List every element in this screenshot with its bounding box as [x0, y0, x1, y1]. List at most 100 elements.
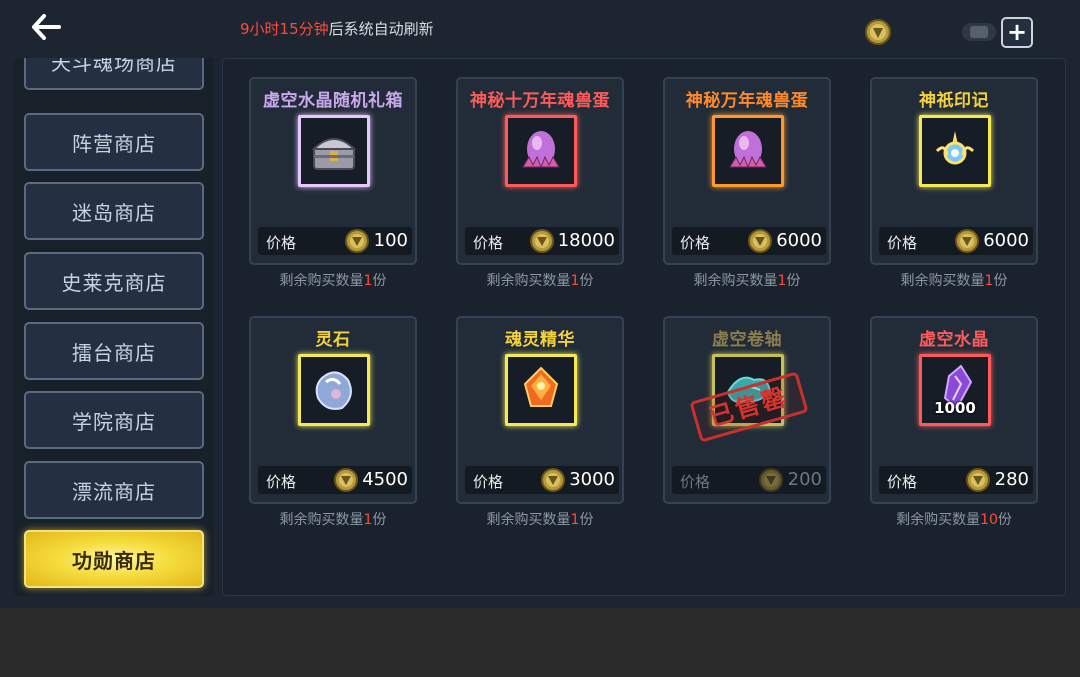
- item-name: 魂灵精华: [505, 330, 575, 350]
- medal-coin-icon: [541, 468, 566, 492]
- price-label: 价格: [887, 473, 918, 491]
- remaining-quantity: 剩余购买数量1份: [870, 270, 1038, 290]
- price-row: 价格 4500: [258, 466, 412, 494]
- shop-item-card[interactable]: 灵石价格 4500: [249, 316, 417, 504]
- sidebar-item-drift-shop[interactable]: 漂流商店: [24, 461, 204, 519]
- remaining-prefix: 剩余购买数量: [486, 273, 571, 289]
- price-value: 6000: [983, 230, 1029, 251]
- item-icon-frame: [298, 354, 370, 426]
- soul-essence-icon: [513, 362, 569, 418]
- divine-mark-icon: [927, 123, 983, 179]
- shop-item-card[interactable]: 神秘万年魂兽蛋价格 6000: [663, 77, 831, 265]
- remaining-suffix: 份: [579, 512, 594, 528]
- remaining-suffix: 份: [997, 512, 1012, 528]
- remaining-suffix: 份: [372, 273, 387, 289]
- price-label: 价格: [473, 473, 504, 491]
- medal-coin-icon: [345, 229, 370, 253]
- sidebar-item-academy-shop[interactable]: 学院商店: [24, 391, 204, 449]
- item-name: 神秘十万年魂兽蛋: [470, 91, 610, 111]
- remaining-quantity: 剩余购买数量1份: [249, 270, 417, 290]
- price-row: 价格 6000: [879, 227, 1033, 255]
- price-value: 100: [373, 230, 408, 251]
- price-value: 280: [994, 469, 1029, 490]
- remaining-prefix: 剩余购买数量: [896, 512, 981, 528]
- remaining-quantity: 剩余购买数量1份: [663, 270, 831, 290]
- shop-items-panel: 虚空水晶随机礼箱 价格 100 剩余购买数量1份 神秘十万年魂兽蛋 价格 18000 剩余购买…: [222, 58, 1066, 596]
- item-icon-frame: [505, 115, 577, 187]
- refresh-text: 后系统自动刷新: [328, 20, 434, 38]
- refresh-timer: 9小时15分钟后系统自动刷新: [240, 18, 434, 39]
- price-row: 价格 280: [879, 466, 1033, 494]
- treasure-chest-icon: [306, 123, 362, 179]
- back-button[interactable]: [26, 10, 66, 44]
- remaining-suffix: 份: [786, 273, 801, 289]
- refresh-time: 9小时15分钟: [240, 20, 329, 38]
- item-icon-frame: [298, 115, 370, 187]
- item-icon-frame: [712, 115, 784, 187]
- shop-item-card[interactable]: 虚空卷轴 已售罄 价格 200: [663, 316, 831, 504]
- remaining-quantity: 剩余购买数量1份: [249, 509, 417, 529]
- item-name: 神祇印记: [919, 91, 989, 111]
- add-currency-button[interactable]: +: [1001, 17, 1033, 48]
- item-name: 灵石: [315, 330, 351, 350]
- remaining-prefix: 剩余购买数量: [900, 273, 985, 289]
- price-label: 价格: [266, 473, 297, 491]
- sidebar-item-shrek-shop[interactable]: 史莱克商店: [24, 252, 204, 310]
- item-icon-frame: [919, 115, 991, 187]
- medal-coin-icon: [530, 229, 554, 253]
- remaining-suffix: 份: [372, 512, 387, 528]
- remaining-prefix: 剩余购买数量: [279, 512, 364, 528]
- price-row: 价格 3000: [465, 466, 619, 494]
- price-row: 价格 200: [672, 466, 826, 494]
- shop-item-card[interactable]: 神祇印记价格 6000: [870, 77, 1038, 265]
- sidebar-item-merit-shop[interactable]: 功勋商店: [24, 530, 204, 588]
- sidebar-item-maze-island-shop[interactable]: 迷岛商店: [24, 182, 204, 240]
- item-name: 神秘万年魂兽蛋: [685, 91, 809, 111]
- beast-egg-icon: [513, 123, 569, 179]
- price-label: 价格: [680, 473, 711, 491]
- medal-coin-icon: [865, 19, 891, 45]
- back-arrow-icon: [32, 14, 61, 40]
- price-value: 4500: [362, 469, 408, 490]
- beast-egg-icon: [720, 123, 776, 179]
- price-label: 价格: [473, 234, 504, 252]
- currency-amount: [962, 23, 996, 41]
- price-row: 价格 6000: [672, 227, 826, 255]
- price-value: 18000: [557, 230, 615, 251]
- item-icon-frame: [505, 354, 577, 426]
- medal-coin-icon: [955, 229, 980, 253]
- medal-coin-icon: [759, 468, 784, 492]
- remaining-prefix: 剩余购买数量: [693, 273, 778, 289]
- item-name: 虚空水晶: [919, 330, 989, 350]
- item-quantity: 1000: [934, 399, 976, 417]
- remaining-quantity: 剩余购买数量1份: [456, 270, 624, 290]
- spirit-stone-icon: [306, 362, 362, 418]
- shop-screen: 9小时15分钟后系统自动刷新 + 天斗魂场商店 阵营商店 迷岛商店 史莱克商店 …: [0, 0, 1080, 608]
- shop-item-card[interactable]: 虚空水晶随机礼箱 价格 100: [249, 77, 417, 265]
- sidebar-item-tiandou-arena-shop[interactable]: 天斗魂场商店: [24, 58, 204, 90]
- medal-coin-icon: [334, 468, 359, 492]
- shop-item-card[interactable]: 神秘十万年魂兽蛋 价格 18000: [456, 77, 624, 265]
- medal-coin-icon: [966, 468, 991, 492]
- sidebar-item-faction-shop[interactable]: 阵营商店: [24, 113, 204, 171]
- sidebar-item-arena-shop[interactable]: 擂台商店: [24, 322, 204, 380]
- remaining-suffix: 份: [993, 273, 1008, 289]
- remaining-count: 10: [980, 512, 998, 528]
- currency-amount-blurred: [970, 26, 988, 38]
- price-row: 价格 18000: [465, 227, 619, 255]
- remaining-prefix: 剩余购买数量: [486, 512, 571, 528]
- shop-sidebar: 天斗魂场商店 阵营商店 迷岛商店 史莱克商店 擂台商店 学院商店 漂流商店 功勋…: [14, 58, 214, 596]
- price-value: 3000: [569, 469, 615, 490]
- item-name: 虚空卷轴: [712, 330, 782, 350]
- shop-item-card[interactable]: 魂灵精华价格 3000: [456, 316, 624, 504]
- bottom-bar: [0, 608, 1080, 677]
- price-value: 200: [787, 469, 822, 490]
- item-icon-frame: 1000: [919, 354, 991, 426]
- price-row: 价格 100: [258, 227, 412, 255]
- item-name: 虚空水晶随机礼箱: [263, 91, 403, 111]
- remaining-suffix: 份: [579, 273, 594, 289]
- remaining-quantity: 剩余购买数量10份: [870, 509, 1038, 529]
- medal-coin-icon: [748, 229, 773, 253]
- price-label: 价格: [266, 234, 297, 252]
- shop-item-card[interactable]: 虚空水晶 1000 价格 280: [870, 316, 1038, 504]
